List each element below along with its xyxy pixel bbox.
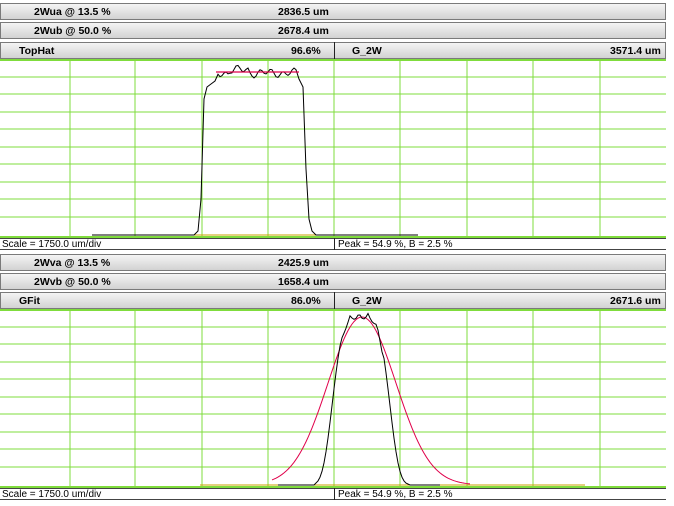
fit-row-1: TopHat 96.6% G_2W 3571.4 um [0,42,666,59]
scale-text: Scale = 1750.0 um/div [2,239,102,250]
fit-row-2: GFit 86.0% G_2W 2671.6 um [0,292,666,309]
gaussian-profile-plot [0,309,666,488]
fit-value: 96.6% [291,45,321,57]
width-b-value: 1658.4 um [278,276,329,288]
width-a-row-1: 2Wua @ 13.5 % 2836.5 um [0,3,666,20]
fit-label: GFit [19,295,40,307]
tophat-profile-curve [92,64,418,236]
fit-row-divider [334,42,335,59]
gauss-value: 2671.6 um [610,295,661,307]
status-row-1: Scale = 1750.0 um/div Peak = 54.9 %, B =… [0,238,666,250]
scale-text: Scale = 1750.0 um/div [2,489,102,500]
fit-value: 86.0% [291,295,321,307]
tophat-profile-svg [0,59,666,238]
width-b-row-1: 2Wub @ 50.0 % 2678.4 um [0,22,666,39]
gauss-label: G_2W [352,295,382,307]
gauss-value: 3571.4 um [610,45,661,57]
peak-text: Peak = 54.9 %, B = 2.5 % [338,489,453,500]
fit-row-divider [334,292,335,309]
width-a-row-2: 2Wva @ 13.5 % 2425.9 um [0,254,666,271]
width-b-row-2: 2Wvb @ 50.0 % 1658.4 um [0,273,666,290]
gaussian-fit-curve [271,316,471,485]
width-a-value: 2425.9 um [278,257,329,269]
gaussian-profile-svg [0,309,666,488]
peak-text: Peak = 54.9 %, B = 2.5 % [338,239,453,250]
width-a-label: 2Wua @ 13.5 % [34,6,111,18]
status-row-2: Scale = 1750.0 um/div Peak = 54.9 %, B =… [0,488,666,500]
status-divider [334,238,335,250]
gaussian-profile-curve [278,312,440,486]
width-b-label: 2Wvb @ 50.0 % [34,276,111,288]
width-b-label: 2Wub @ 50.0 % [34,25,112,37]
tophat-profile-plot [0,59,666,238]
width-a-value: 2836.5 um [278,6,329,18]
gauss-label: G_2W [352,45,382,57]
width-a-label: 2Wva @ 13.5 % [34,257,111,269]
status-divider [334,488,335,500]
width-b-value: 2678.4 um [278,25,329,37]
fit-label: TopHat [19,45,55,57]
